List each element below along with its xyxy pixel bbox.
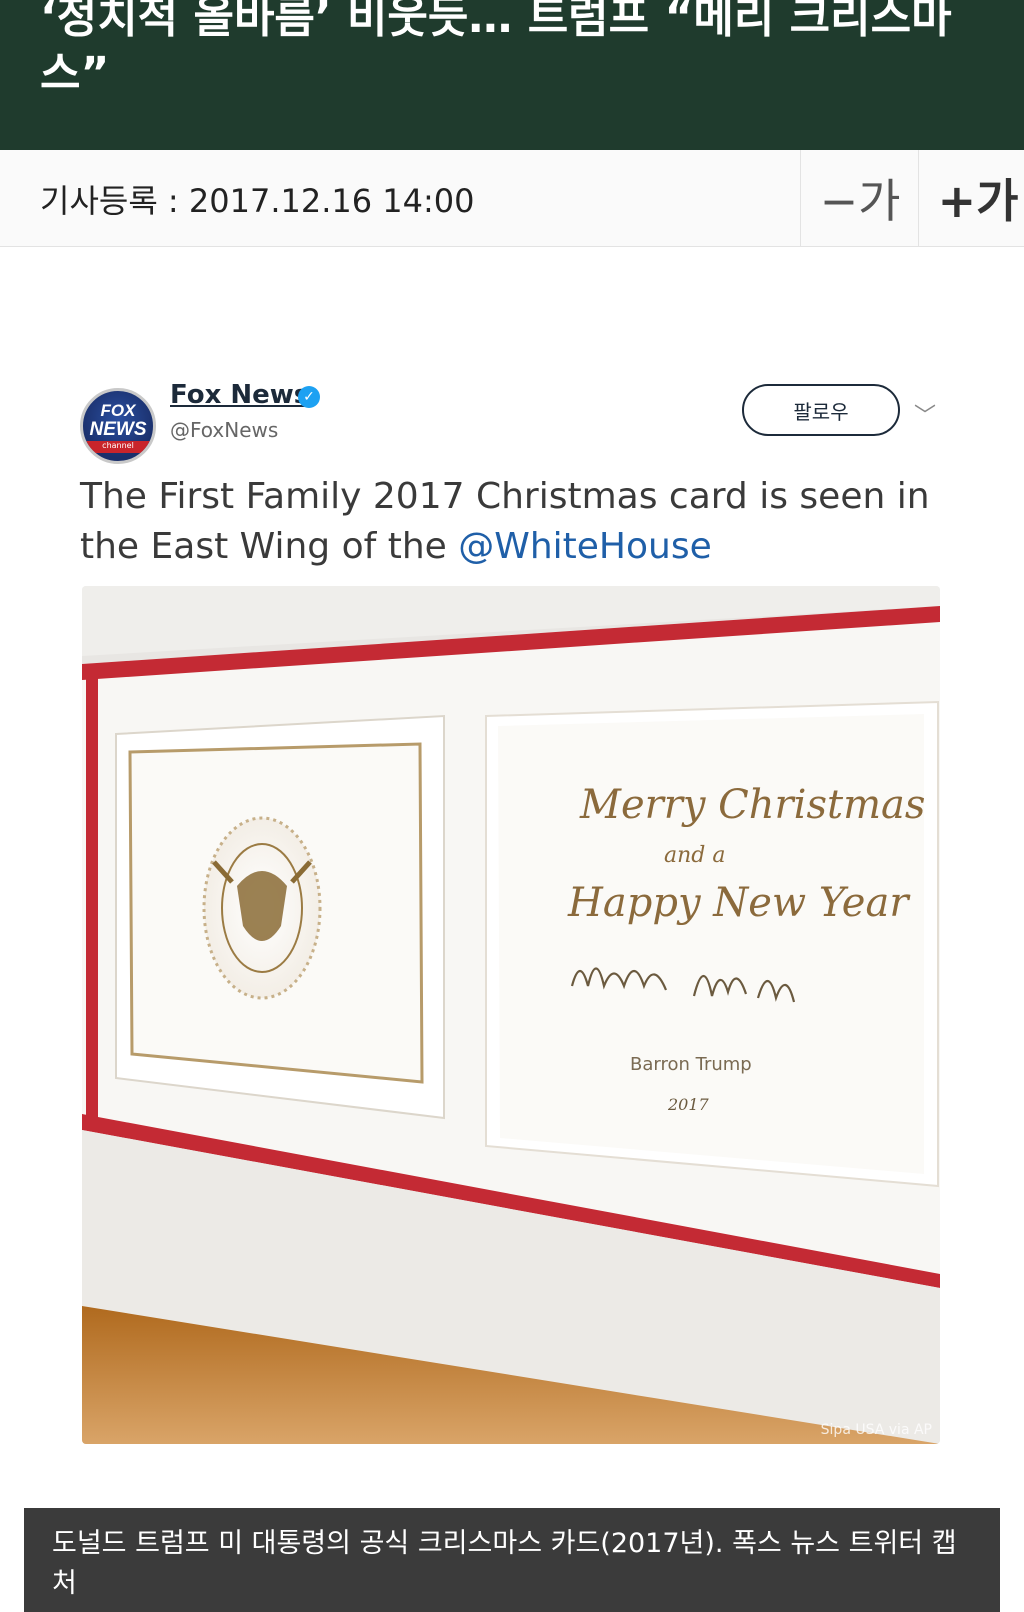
follow-button[interactable]: 팔로우 xyxy=(742,384,900,436)
christmas-card-photo: Merry Christmas and a Happy New Year Bar… xyxy=(82,586,940,1444)
published-date: 기사등록 : 2017.12.16 14:00 xyxy=(40,182,475,220)
mention-link[interactable]: @WhiteHouse xyxy=(458,526,712,567)
card-year: 2017 xyxy=(667,1095,710,1114)
verified-badge-icon: ✓ xyxy=(298,386,320,408)
decrease-font-button[interactable]: −가 xyxy=(800,150,919,246)
headline-text: ‘정치적 올바름’ 비웃듯… 트럼프 “메리 크리스마스” xyxy=(40,0,952,99)
avatar-logo-line2: NEWS xyxy=(89,419,147,440)
fox-news-avatar[interactable]: FOX NEWS channel xyxy=(80,388,156,464)
account-handle[interactable]: @FoxNews xyxy=(170,418,278,442)
avatar-logo-line3: channel xyxy=(102,441,134,450)
account-name[interactable]: Fox News xyxy=(170,380,309,410)
card-greeting-1: Merry Christmas xyxy=(579,782,925,828)
avatar-logo-line1: FOX xyxy=(100,401,136,420)
card-greeting-3: Happy New Year xyxy=(567,880,911,926)
photo-credit: Sipa USA via AP xyxy=(820,1422,932,1438)
headline-bar: ‘정치적 올바름’ 비웃듯… 트럼프 “메리 크리스마스” xyxy=(0,0,1024,150)
embedded-tweet: FOX NEWS channel Fox News ✓ @FoxNews 팔로우… xyxy=(60,372,980,1482)
card-greeting-2: and a xyxy=(664,843,725,868)
photo-caption: 도널드 트럼프 미 대통령의 공식 크리스마스 카드(2017년). 폭스 뉴스… xyxy=(24,1508,1000,1612)
article-meta-bar: 기사등록 : 2017.12.16 14:00 −가 +가 xyxy=(0,150,1024,247)
increase-font-button[interactable]: +가 xyxy=(918,150,1024,246)
tweet-text: The First Family 2017 Christmas card is … xyxy=(80,472,960,572)
avatar-band: channel xyxy=(83,441,153,453)
tweet-photo[interactable]: Merry Christmas and a Happy New Year Bar… xyxy=(82,586,940,1444)
card-signature-name: Barron Trump xyxy=(630,1054,752,1075)
chevron-down-icon[interactable]: ﹀ xyxy=(914,398,936,430)
